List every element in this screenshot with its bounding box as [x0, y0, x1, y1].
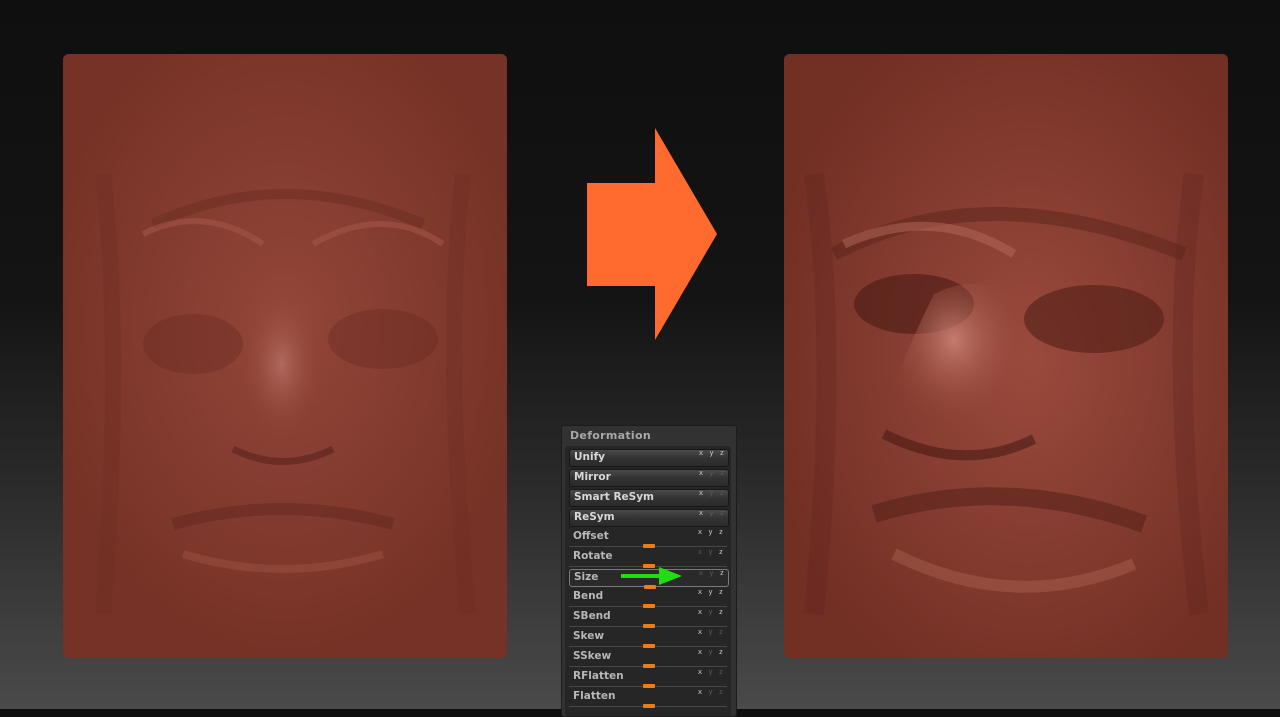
- slider-knob[interactable]: [643, 704, 655, 708]
- unify-button[interactable]: Unify x y z: [569, 449, 729, 467]
- slider-knob[interactable]: [643, 544, 655, 548]
- slider-knob[interactable]: [643, 664, 655, 668]
- rflatten-slider[interactable]: RFlatten x y z: [569, 668, 727, 688]
- unify-label: Unify: [574, 451, 606, 463]
- smart-resym-label: Smart ReSym: [574, 491, 654, 503]
- axis-toggles[interactable]: x y z: [698, 648, 724, 656]
- sbend-label: SBend: [573, 610, 611, 622]
- relief-face-after: [784, 54, 1228, 658]
- axis-toggles[interactable]: x y z: [698, 608, 724, 616]
- size-label: Size: [574, 571, 599, 583]
- slider-knob[interactable]: [643, 624, 655, 628]
- rotate-label: Rotate: [573, 550, 613, 562]
- sskew-slider[interactable]: SSkew x y z: [569, 648, 727, 668]
- resym-button[interactable]: ReSym x y z: [569, 509, 729, 527]
- rotate-slider[interactable]: Rotate x y z: [569, 548, 727, 568]
- axis-toggles[interactable]: x y z: [699, 489, 725, 497]
- right-arrow-icon: [587, 128, 717, 340]
- green-pointer-arrow-icon: [621, 567, 682, 585]
- bend-slider[interactable]: Bend x y z: [569, 588, 727, 608]
- axis-toggles[interactable]: x y z: [698, 668, 724, 676]
- skew-slider[interactable]: Skew x y z: [569, 628, 727, 648]
- axis-toggles[interactable]: x y z: [698, 628, 724, 636]
- axis-toggles[interactable]: x y z: [699, 569, 725, 577]
- skew-label: Skew: [573, 630, 605, 642]
- slider-knob[interactable]: [643, 644, 655, 648]
- deformation-title[interactable]: Deformation: [570, 429, 651, 442]
- axis-toggles[interactable]: x y z: [698, 528, 724, 536]
- slider-knob[interactable]: [643, 604, 655, 608]
- sskew-label: SSkew: [573, 650, 612, 662]
- rflatten-label: RFlatten: [573, 670, 624, 682]
- axis-toggles[interactable]: x y z: [698, 548, 724, 556]
- axis-toggles[interactable]: x y z: [698, 688, 724, 696]
- sculpt-before-image: [63, 54, 507, 658]
- relief-face-before: [63, 54, 507, 658]
- axis-toggles[interactable]: x y z: [699, 509, 725, 517]
- mirror-label: Mirror: [574, 471, 611, 483]
- slider-knob[interactable]: [643, 684, 655, 688]
- axis-toggles[interactable]: x y z: [698, 588, 724, 596]
- resym-label: ReSym: [574, 511, 615, 523]
- axis-toggles[interactable]: x y z: [699, 469, 725, 477]
- sculpt-after-image: [784, 54, 1228, 658]
- sbend-slider[interactable]: SBend x y z: [569, 608, 727, 628]
- bend-label: Bend: [573, 590, 604, 602]
- mirror-button[interactable]: Mirror x y z: [569, 469, 729, 487]
- smart-resym-button[interactable]: Smart ReSym x y z: [569, 489, 729, 507]
- offset-label: Offset: [573, 530, 609, 542]
- flatten-slider[interactable]: Flatten x y z: [569, 688, 727, 708]
- axis-toggles[interactable]: x y z: [699, 449, 725, 457]
- offset-slider[interactable]: Offset x y z: [569, 528, 727, 548]
- flatten-label: Flatten: [573, 690, 616, 702]
